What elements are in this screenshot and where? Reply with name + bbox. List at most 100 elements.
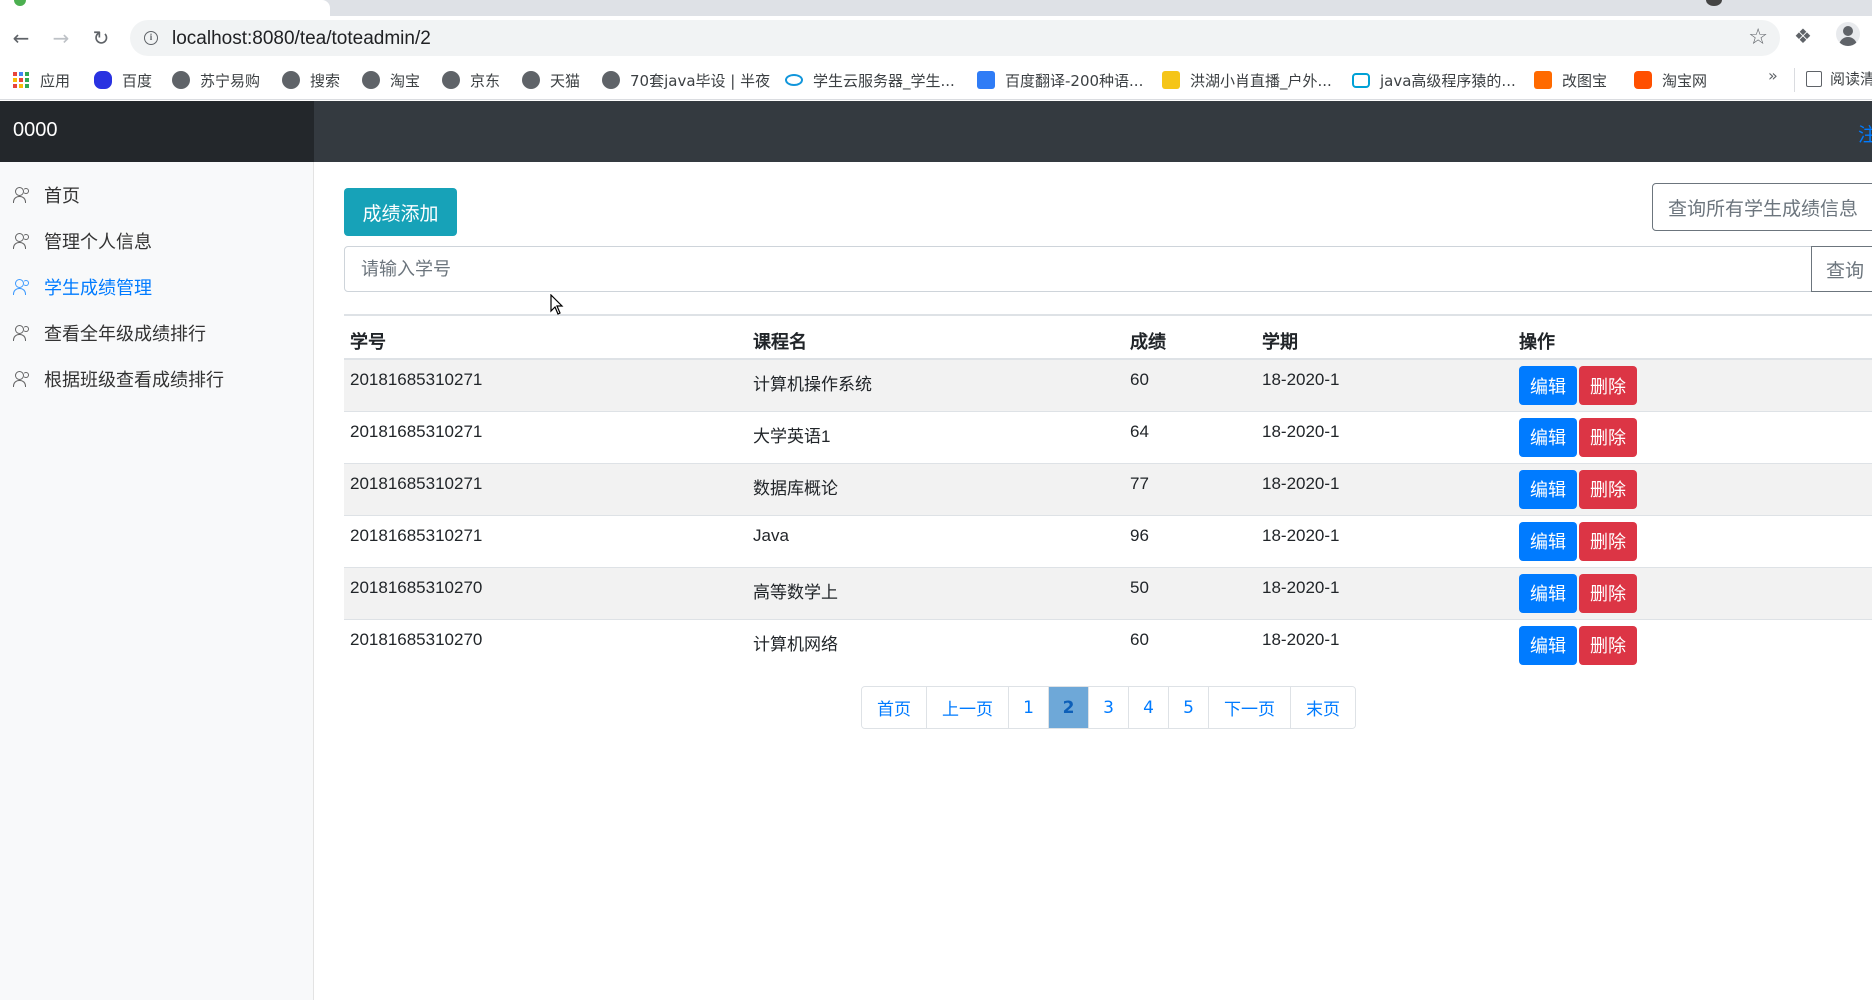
reading-list[interactable]: 阅读清 bbox=[1806, 68, 1872, 89]
tab-strip-profile-icon[interactable] bbox=[1706, 0, 1722, 6]
cell-course: 计算机网络 bbox=[747, 618, 1124, 671]
delete-button[interactable]: 删除 bbox=[1579, 521, 1637, 561]
globe-icon bbox=[282, 71, 300, 89]
bookmark-search[interactable]: 搜索 bbox=[282, 68, 340, 92]
cell-actions: 编辑 删除 bbox=[1513, 566, 1872, 619]
baidu-paw-icon bbox=[94, 71, 112, 89]
gaitubao-icon bbox=[1534, 71, 1552, 89]
pagination-page-1[interactable]: 1 bbox=[1009, 687, 1049, 728]
pagination-first[interactable]: 首页 bbox=[862, 687, 927, 728]
query-button[interactable]: 查询 bbox=[1811, 246, 1872, 292]
bookmark-star-icon[interactable]: ☆ bbox=[1748, 25, 1768, 50]
top-navbar: 0000 bbox=[0, 101, 1872, 162]
bookmark-apps[interactable]: 应用 bbox=[12, 68, 70, 92]
pagination-next[interactable]: 下一页 bbox=[1209, 687, 1291, 728]
cell-student-id: 20181685310271 bbox=[344, 358, 747, 411]
extensions-puzzle-icon[interactable]: ❖ bbox=[1794, 24, 1812, 48]
edit-button[interactable]: 编辑 bbox=[1519, 366, 1577, 405]
cell-course: Java bbox=[747, 514, 1124, 567]
bookmarks-divider bbox=[1794, 68, 1795, 92]
table-row: 20181685310271 Java 96 18-2020-1 编辑 删除 bbox=[344, 514, 1872, 567]
translate-icon bbox=[977, 71, 995, 89]
profile-avatar-icon[interactable] bbox=[1836, 22, 1860, 46]
edit-button[interactable]: 编辑 bbox=[1519, 625, 1577, 665]
tab-favicon-icon bbox=[14, 0, 26, 6]
query-all-grades-button[interactable]: 查询所有学生成绩信息 bbox=[1652, 183, 1872, 231]
address-bar-url[interactable]: localhost:8080/tea/toteadmin/2 bbox=[172, 28, 431, 50]
bookmark-java-projects[interactable]: 70套java毕设 | 半夜 bbox=[602, 68, 770, 92]
bookmark-student-cloud[interactable]: 学生云服务器_学生... bbox=[785, 68, 955, 92]
taobao-icon bbox=[1634, 71, 1652, 89]
pagination-page-2-current[interactable]: 2 bbox=[1049, 687, 1089, 728]
bookmark-jd[interactable]: 京东 bbox=[442, 68, 500, 92]
edit-button[interactable]: 编辑 bbox=[1519, 417, 1577, 457]
edit-button[interactable]: 编辑 bbox=[1519, 573, 1577, 613]
cell-term: 18-2020-1 bbox=[1256, 618, 1513, 671]
bookmarks-bar: 应用 百度 苏宁易购 搜索 淘宝 京东 天猫 70套java毕设 | 半夜 学生… bbox=[0, 60, 1872, 100]
cell-score: 60 bbox=[1124, 358, 1256, 411]
pagination-last[interactable]: 末页 bbox=[1291, 687, 1355, 728]
cell-student-id: 20181685310271 bbox=[344, 514, 747, 567]
forward-arrow-icon[interactable]: → bbox=[47, 24, 75, 52]
cell-actions: 编辑 删除 bbox=[1513, 618, 1872, 671]
globe-icon bbox=[172, 71, 190, 89]
delete-button[interactable]: 删除 bbox=[1579, 417, 1637, 457]
bookmark-java-senior[interactable]: java高级程序猿的... bbox=[1352, 68, 1516, 92]
delete-button[interactable]: 删除 bbox=[1579, 573, 1637, 613]
cell-student-id: 20181685310270 bbox=[344, 566, 747, 619]
bookmark-taobao-net[interactable]: 淘宝网 bbox=[1634, 68, 1707, 92]
pagination-page-3[interactable]: 3 bbox=[1089, 687, 1129, 728]
cell-actions: 编辑 删除 bbox=[1513, 358, 1872, 411]
bookmark-taobao[interactable]: 淘宝 bbox=[362, 68, 420, 92]
delete-button[interactable]: 删除 bbox=[1579, 366, 1637, 405]
cell-term: 18-2020-1 bbox=[1256, 358, 1513, 411]
signout-link[interactable]: 注 bbox=[1858, 120, 1872, 147]
sidebar-item-profile[interactable]: 管理个人信息 bbox=[13, 226, 152, 256]
cell-actions: 编辑 删除 bbox=[1513, 514, 1872, 567]
address-bar[interactable]: i localhost:8080/tea/toteadmin/2 ☆ bbox=[130, 20, 1780, 56]
bookmark-tmall[interactable]: 天猫 bbox=[522, 68, 580, 92]
users-icon bbox=[13, 232, 33, 250]
sidebar-item-grade-management[interactable]: 学生成绩管理 bbox=[13, 272, 152, 302]
globe-icon bbox=[442, 71, 460, 89]
sidebar-item-year-ranking[interactable]: 查看全年级成绩排行 bbox=[13, 318, 206, 348]
column-header-score: 成绩 bbox=[1124, 314, 1256, 360]
add-grade-button[interactable]: 成绩添加 bbox=[344, 188, 457, 236]
back-arrow-icon[interactable]: ← bbox=[7, 24, 35, 52]
bookmarks-overflow-chevron-icon[interactable]: » bbox=[1768, 66, 1778, 85]
table-row: 20181685310270 计算机网络 60 18-2020-1 编辑 删除 bbox=[344, 618, 1872, 671]
globe-icon bbox=[362, 71, 380, 89]
users-icon bbox=[13, 324, 33, 342]
student-id-search-input[interactable] bbox=[344, 246, 1812, 292]
bookmark-baidu-translate[interactable]: 百度翻译-200种语... bbox=[977, 68, 1143, 92]
brand-title[interactable]: 0000 bbox=[0, 101, 314, 162]
site-info-icon[interactable]: i bbox=[144, 31, 158, 45]
column-header-actions: 操作 bbox=[1513, 314, 1872, 360]
delete-button[interactable]: 删除 bbox=[1579, 469, 1637, 509]
sidebar-item-home[interactable]: 首页 bbox=[13, 180, 80, 210]
users-icon bbox=[13, 186, 33, 204]
bookmark-baidu[interactable]: 百度 bbox=[94, 68, 152, 92]
pagination-page-4[interactable]: 4 bbox=[1129, 687, 1169, 728]
cell-course: 大学英语1 bbox=[747, 410, 1124, 463]
fishhook-icon bbox=[1162, 71, 1180, 89]
edit-button[interactable]: 编辑 bbox=[1519, 521, 1577, 561]
users-icon bbox=[13, 278, 33, 296]
reload-icon[interactable]: ↻ bbox=[87, 24, 115, 52]
bookmark-gaitubao[interactable]: 改图宝 bbox=[1534, 68, 1607, 92]
browser-tab-active[interactable] bbox=[0, 0, 330, 16]
cell-course: 计算机操作系统 bbox=[747, 358, 1124, 411]
edit-button[interactable]: 编辑 bbox=[1519, 469, 1577, 509]
pagination-page-5[interactable]: 5 bbox=[1169, 687, 1209, 728]
pagination-prev[interactable]: 上一页 bbox=[927, 687, 1009, 728]
sidebar-item-class-ranking[interactable]: 根据班级查看成绩排行 bbox=[13, 364, 224, 394]
column-header-course: 课程名 bbox=[747, 314, 1124, 360]
cell-score: 64 bbox=[1124, 410, 1256, 463]
pagination: 首页 上一页 1 2 3 4 5 下一页 末页 bbox=[861, 686, 1356, 729]
bookmark-suning[interactable]: 苏宁易购 bbox=[172, 68, 260, 92]
delete-button[interactable]: 删除 bbox=[1579, 625, 1637, 665]
cell-actions: 编辑 删除 bbox=[1513, 462, 1872, 515]
bookmark-honghu-live[interactable]: 洪湖小肖直播_户外... bbox=[1162, 68, 1332, 92]
cloud-icon bbox=[785, 74, 803, 86]
users-icon bbox=[13, 370, 33, 388]
